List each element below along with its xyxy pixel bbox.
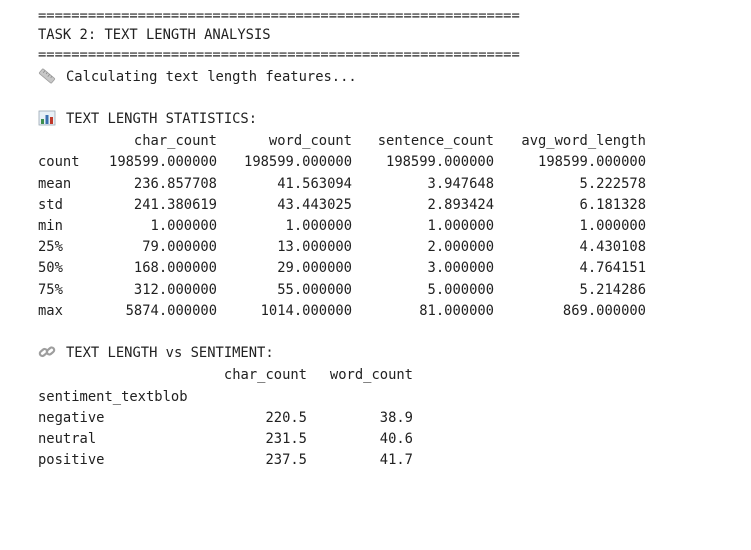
- table-row: 25% 79.000000 13.000000 2.000000 4.43010…: [38, 237, 648, 257]
- table-cell: 3.947648: [427, 176, 494, 192]
- calc-message-line: Calculating text length features...: [38, 67, 357, 87]
- table-cell: 241.380619: [133, 197, 217, 213]
- table-cell: 198599.000000: [109, 154, 217, 170]
- table-row: max 5874.000000 1014.000000 81.000000 86…: [38, 301, 648, 321]
- table-cell: 168.000000: [133, 260, 217, 276]
- table-cell: 79.000000: [142, 239, 217, 255]
- row-index: count: [38, 154, 80, 170]
- table-cell: 5874.000000: [125, 303, 217, 319]
- table-row: negative 220.5 38.9: [38, 408, 418, 428]
- row-index: 75%: [38, 282, 63, 298]
- table-cell: 40.6: [379, 431, 413, 447]
- separator-top: ========================================…: [38, 8, 520, 24]
- row-index: 50%: [38, 260, 63, 276]
- sentiment-heading: TEXT LENGTH vs SENTIMENT:: [66, 345, 274, 361]
- separator-bottom: ========================================…: [38, 47, 520, 63]
- table-cell: 231.5: [265, 431, 307, 447]
- table-cell: 29.000000: [277, 260, 352, 276]
- table-cell: 237.5: [265, 452, 307, 468]
- table-cell: 41.7: [379, 452, 413, 468]
- column-header: word_count: [329, 367, 413, 383]
- table-row: mean 236.857708 41.563094 3.947648 5.222…: [38, 174, 648, 194]
- table-cell: 4.764151: [579, 260, 646, 276]
- table-cell: 198599.000000: [538, 154, 646, 170]
- table-cell: 1.000000: [579, 218, 646, 234]
- table-cell: 81.000000: [419, 303, 494, 319]
- sentiment-heading-line: TEXT LENGTH vs SENTIMENT:: [38, 343, 274, 363]
- table-cell: 5.000000: [427, 282, 494, 298]
- calc-message: Calculating text length features...: [66, 69, 357, 85]
- task-title: TASK 2: TEXT LENGTH ANALYSIS: [38, 27, 271, 43]
- row-index: positive: [38, 452, 105, 468]
- stats-heading: TEXT LENGTH STATISTICS:: [66, 111, 258, 127]
- ruler-icon: [38, 68, 56, 84]
- table-cell: 55.000000: [277, 282, 352, 298]
- row-index: std: [38, 197, 63, 213]
- table-cell: 1014.000000: [260, 303, 352, 319]
- stats-header-row: char_count word_count sentence_count avg…: [38, 131, 648, 151]
- bar-chart-icon: [38, 110, 56, 126]
- table-row: min 1.000000 1.000000 1.000000 1.000000: [38, 216, 648, 236]
- table-cell: 6.181328: [579, 197, 646, 213]
- stats-heading-line: TEXT LENGTH STATISTICS:: [38, 109, 257, 129]
- row-index: mean: [38, 176, 72, 192]
- table-cell: 43.443025: [277, 197, 352, 213]
- table-cell: 4.430108: [579, 239, 646, 255]
- table-row: 50% 168.000000 29.000000 3.000000 4.7641…: [38, 258, 648, 278]
- column-header: sentence_count: [377, 133, 494, 149]
- row-index: 25%: [38, 239, 63, 255]
- table-cell: 38.9: [379, 410, 413, 426]
- column-header: char_count: [133, 133, 217, 149]
- table-cell: 5.222578: [579, 176, 646, 192]
- row-index: neutral: [38, 431, 97, 447]
- table-cell: 41.563094: [277, 176, 352, 192]
- row-index: max: [38, 303, 63, 319]
- table-cell: 198599.000000: [386, 154, 494, 170]
- column-header: avg_word_length: [521, 133, 646, 149]
- table-cell: 198599.000000: [244, 154, 352, 170]
- index-name-row: sentiment_textblob: [38, 387, 418, 407]
- table-cell: 1.000000: [427, 218, 494, 234]
- column-header: word_count: [268, 133, 352, 149]
- table-cell: 13.000000: [277, 239, 352, 255]
- table-row: positive 237.5 41.7: [38, 450, 418, 470]
- row-index: negative: [38, 410, 105, 426]
- table-cell: 220.5: [265, 410, 307, 426]
- table-row: std 241.380619 43.443025 2.893424 6.1813…: [38, 195, 648, 215]
- index-name: sentiment_textblob: [38, 389, 188, 405]
- table-cell: 869.000000: [562, 303, 646, 319]
- link-icon: [38, 344, 56, 360]
- table-cell: 5.214286: [579, 282, 646, 298]
- table-cell: 2.000000: [427, 239, 494, 255]
- table-row: count 198599.000000 198599.000000 198599…: [38, 152, 648, 172]
- column-header: char_count: [223, 367, 307, 383]
- row-index: min: [38, 218, 63, 234]
- table-cell: 236.857708: [133, 176, 217, 192]
- table-cell: 2.893424: [427, 197, 494, 213]
- table-cell: 1.000000: [150, 218, 217, 234]
- table-cell: 312.000000: [133, 282, 217, 298]
- table-row: 75% 312.000000 55.000000 5.000000 5.2142…: [38, 280, 648, 300]
- table-cell: 3.000000: [427, 260, 494, 276]
- table-row: neutral 231.5 40.6: [38, 429, 418, 449]
- sentiment-header-row: char_count word_count: [38, 365, 418, 385]
- table-cell: 1.000000: [285, 218, 352, 234]
